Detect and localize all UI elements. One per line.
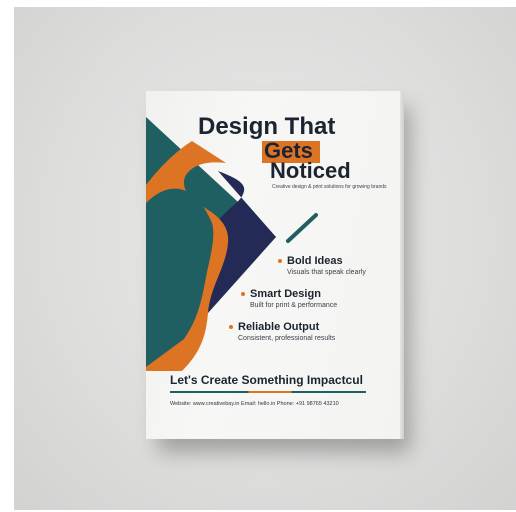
- diagonal-accent-stroke: [286, 213, 318, 243]
- feature-subtitle: Built for print & performance: [250, 302, 338, 309]
- feature-subtitle: Consistent, professional results: [238, 335, 336, 342]
- bullet-dot: [278, 259, 282, 263]
- headline-line-3: Noticed: [270, 158, 351, 183]
- teal-inner-shape: [146, 188, 214, 367]
- call-to-action: Let's Create Something Impactcul: [170, 373, 363, 387]
- feature-smart-design: Smart Design Built for print & performan…: [241, 288, 338, 310]
- flyer-booklet: Design That Gets Noticed Creative design…: [146, 91, 404, 439]
- feature-title: Reliable Output: [238, 321, 320, 333]
- feature-title: Bold Ideas: [287, 255, 343, 267]
- page-edge: [400, 91, 404, 439]
- feature-title: Smart Design: [250, 288, 321, 300]
- feature-bold-ideas: Bold Ideas Visuals that speak clearly: [278, 255, 366, 277]
- contact-info: Website: www.creativebay.in Email: hello…: [170, 401, 339, 407]
- tagline: Creative design & print solutions for gr…: [272, 184, 387, 190]
- bullet-dot: [241, 292, 245, 296]
- feature-reliable-output: Reliable Output Consistent, professional…: [229, 321, 336, 343]
- headline-line-1: Design That: [198, 113, 336, 140]
- cta-divider: [170, 391, 366, 393]
- feature-subtitle: Visuals that speak clearly: [287, 269, 366, 276]
- mockup-background: Design That Gets Noticed Creative design…: [14, 7, 516, 510]
- bullet-dot: [229, 325, 233, 329]
